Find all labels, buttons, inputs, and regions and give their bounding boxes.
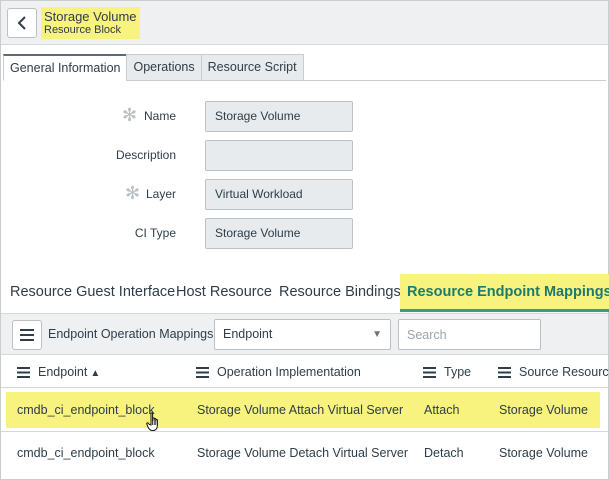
- header-bar: Storage Volume Resource Block: [1, 1, 608, 45]
- tab-resource-guest-interface[interactable]: Resource Guest Interface: [10, 274, 175, 310]
- layer-label: Layer: [145, 187, 176, 201]
- column-header-type[interactable]: Type: [423, 356, 471, 388]
- caret-down-icon: ▼: [372, 329, 382, 340]
- column-label: Type: [444, 365, 472, 379]
- column-header-operation[interactable]: Operation Implementation: [196, 356, 361, 388]
- tab-operations[interactable]: Operations: [126, 54, 202, 81]
- list-title: Endpoint Operation Mappings: [48, 327, 214, 341]
- description-row: Description: [0, 140, 609, 172]
- search-field-select[interactable]: Endpoint ▼: [214, 319, 391, 350]
- list-toolbar: Endpoint Operation Mappings Endpoint ▼: [1, 313, 608, 355]
- tab-host-resource[interactable]: Host Resource: [176, 274, 272, 310]
- cell-operation: Storage Volume Attach Virtual Server: [197, 403, 404, 417]
- name-label: Name: [143, 109, 176, 123]
- tab-resource-bindings[interactable]: Resource Bindings: [279, 274, 401, 310]
- required-icon: ✻: [125, 183, 141, 203]
- column-menu-icon: [196, 367, 209, 379]
- column-menu-icon: [17, 367, 30, 379]
- page-title: Storage Volume: [44, 9, 137, 24]
- name-row: ✻ Name Storage Volume: [0, 101, 609, 133]
- tab-resource-endpoint-mappings[interactable]: Resource Endpoint Mappings: [400, 274, 609, 312]
- column-menu-icon: [498, 367, 511, 379]
- page-subtitle: Resource Block: [44, 24, 122, 36]
- tab-resource-script[interactable]: Resource Script: [200, 54, 304, 81]
- column-label: Operation Implementation: [217, 365, 361, 379]
- hamburger-icon: [20, 329, 34, 341]
- cell-endpoint[interactable]: cmdb_ci_endpoint_block: [17, 432, 155, 474]
- hand-cursor-icon: [146, 412, 158, 431]
- name-field[interactable]: Storage Volume: [205, 101, 353, 132]
- cell-type: Attach: [424, 403, 460, 417]
- description-field[interactable]: [205, 140, 353, 171]
- column-label: Source Resource: [519, 365, 609, 379]
- tab-general-information[interactable]: General Information: [3, 54, 128, 81]
- cell-source: Storage Volume: [499, 446, 588, 460]
- chevron-left-icon: [17, 16, 26, 30]
- citype-field[interactable]: Storage Volume: [205, 218, 353, 249]
- list-menu-button[interactable]: [12, 320, 42, 350]
- cell-operation: Storage Volume Detach Virtual Server: [197, 446, 408, 460]
- citype-row: CI Type Storage Volume: [0, 218, 609, 250]
- cell-type: Detach: [424, 446, 464, 460]
- cell-source: Storage Volume: [499, 403, 588, 417]
- form-tabs: General Information Operations Resource …: [3, 54, 304, 81]
- citype-label: CI Type: [134, 226, 176, 240]
- related-list-tabs: Resource Guest Interface Host Resource R…: [0, 274, 609, 312]
- column-label: Endpoint: [38, 365, 88, 379]
- table-header: Endpoint ▲ Operation Implementation Type …: [1, 356, 609, 388]
- search-input[interactable]: [398, 319, 541, 350]
- column-header-endpoint[interactable]: Endpoint ▲: [17, 356, 100, 388]
- description-label: Description: [115, 148, 176, 162]
- column-header-source-resource[interactable]: Source Resource: [498, 356, 609, 388]
- back-button[interactable]: [7, 8, 37, 38]
- cell-endpoint[interactable]: cmdb_ci_endpoint_block: [17, 389, 155, 431]
- layer-field[interactable]: Virtual Workload: [205, 179, 353, 210]
- table-row[interactable]: cmdb_ci_endpoint_block Storage Volume De…: [1, 432, 608, 474]
- layer-row: ✻ Layer Virtual Workload: [0, 179, 609, 211]
- record-title: Storage Volume Resource Block: [41, 7, 140, 39]
- select-value: Endpoint: [223, 327, 273, 341]
- table-row[interactable]: cmdb_ci_endpoint_block Storage Volume At…: [1, 389, 608, 431]
- required-icon: ✻: [122, 105, 138, 125]
- sort-ascending-icon: ▲: [90, 368, 101, 379]
- column-menu-icon: [423, 367, 436, 379]
